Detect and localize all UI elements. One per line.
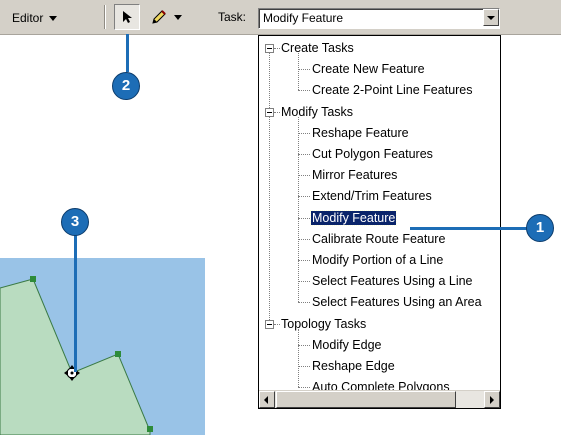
tree-connector <box>298 260 310 261</box>
chevron-down-icon[interactable] <box>174 14 182 20</box>
tree-connector <box>298 53 299 91</box>
task-item-label: Extend/Trim Features <box>312 189 432 204</box>
task-item-label: Reshape Edge <box>312 359 395 373</box>
tree-connector <box>269 53 270 108</box>
horizontal-scrollbar[interactable] <box>259 390 500 408</box>
task-item-label: Modify Feature <box>309 209 398 226</box>
task-tree: Create Tasks Create New Feature Create 2-P… <box>259 36 500 390</box>
task-item[interactable]: Extend/Trim Features <box>311 186 433 206</box>
pencil-icon <box>152 10 166 24</box>
task-item-label: Calibrate Route Feature <box>312 231 446 246</box>
task-item[interactable]: Reshape Feature <box>311 123 410 143</box>
task-group[interactable]: Modify Tasks <box>280 102 354 122</box>
task-dropdown: Create Tasks Create New Feature Create 2-P… <box>258 35 501 409</box>
scroll-thumb[interactable] <box>276 391 456 408</box>
tree-connector <box>298 90 310 92</box>
task-item-label: Create New Feature <box>312 62 425 77</box>
toolbar-separator <box>104 5 106 29</box>
task-group[interactable]: Topology Tasks <box>280 314 367 334</box>
tree-connector <box>298 175 310 177</box>
task-select-value: Modify Feature <box>263 11 344 25</box>
task-item[interactable]: Create New Feature <box>311 59 426 79</box>
tree-connector <box>298 69 310 71</box>
task-item[interactable]: Create 2-Point Line Features <box>311 80 474 100</box>
select-tool-button[interactable] <box>114 4 140 30</box>
task-group-label: Topology Tasks <box>281 316 367 331</box>
callout-1: 1 <box>526 214 554 242</box>
callout-2-leader <box>126 34 129 72</box>
scroll-right-button[interactable] <box>484 391 500 408</box>
tree-connector <box>298 196 310 198</box>
task-item-label: Select Features Using a Line <box>312 274 473 289</box>
callout-3: 3 <box>61 208 89 236</box>
task-group[interactable]: Create Tasks <box>280 38 355 58</box>
sketch-tool-button[interactable] <box>150 6 182 28</box>
tree-connector <box>298 154 310 155</box>
callout-1-leader <box>410 227 528 230</box>
arrow-pointer-icon <box>123 11 132 23</box>
task-item[interactable]: Mirror Features <box>311 165 398 185</box>
tree-connector <box>298 132 310 134</box>
tree-connector <box>298 281 310 283</box>
task-item-label: Create 2-Point Line Features <box>312 83 473 98</box>
collapse-toggle-icon[interactable] <box>265 44 274 53</box>
task-item-label: Cut Polygon Features <box>312 147 433 161</box>
task-item[interactable]: Modify Feature <box>309 208 398 228</box>
task-item-label: Select Features Using an Area <box>312 295 482 310</box>
editor-toolbar: Editor Task: Modify Feature <box>0 0 561 35</box>
tree-connector <box>269 116 270 320</box>
task-label: Task: <box>218 10 247 24</box>
task-item-label: Auto Complete Polygons <box>312 380 450 390</box>
tree-connector <box>298 116 299 303</box>
task-group-label: Create Tasks <box>281 41 354 55</box>
tree-connector <box>298 328 299 388</box>
chevron-down-icon <box>49 15 58 21</box>
collapse-toggle-icon[interactable] <box>265 107 274 117</box>
editor-menu[interactable]: Editor <box>12 10 58 26</box>
task-item[interactable]: Calibrate Route Feature <box>311 229 446 249</box>
task-item-label: Reshape Feature <box>312 125 409 140</box>
task-group-label: Modify Tasks <box>281 104 354 119</box>
task-item[interactable]: Modify Portion of a Line <box>311 250 444 270</box>
tree-connector <box>298 387 310 389</box>
scroll-left-button[interactable] <box>259 391 275 408</box>
task-item-label: Mirror Features <box>312 168 398 183</box>
tree-connector <box>298 217 310 219</box>
callout-3-leader <box>74 234 77 372</box>
tree-connector <box>298 344 310 346</box>
callout-2: 2 <box>112 72 140 100</box>
task-item[interactable]: Auto Complete Polygons <box>311 377 451 390</box>
task-item[interactable]: Select Features Using a Line <box>311 271 474 291</box>
task-item[interactable]: Modify Edge <box>311 335 382 355</box>
map-view[interactable] <box>0 258 205 435</box>
vertex-handle[interactable] <box>30 276 36 282</box>
task-item-label: Modify Portion of a Line <box>312 253 444 267</box>
collapse-toggle-icon[interactable] <box>265 319 274 329</box>
task-item[interactable]: Select Features Using an Area <box>311 292 483 312</box>
tree-connector <box>298 366 310 367</box>
task-item-label: Modify Edge <box>312 337 382 352</box>
polygon-feature[interactable] <box>0 258 205 435</box>
task-item[interactable]: Reshape Edge <box>311 356 396 376</box>
task-select[interactable]: Modify Feature <box>258 8 500 29</box>
editor-menu-label: Editor <box>12 11 44 25</box>
task-select-dropdown-button[interactable] <box>483 9 499 26</box>
vertex-handle[interactable] <box>115 351 121 357</box>
tree-connector <box>298 302 310 304</box>
tree-connector <box>298 238 310 240</box>
vertex-handle[interactable] <box>147 426 153 432</box>
task-item[interactable]: Cut Polygon Features <box>311 144 434 164</box>
